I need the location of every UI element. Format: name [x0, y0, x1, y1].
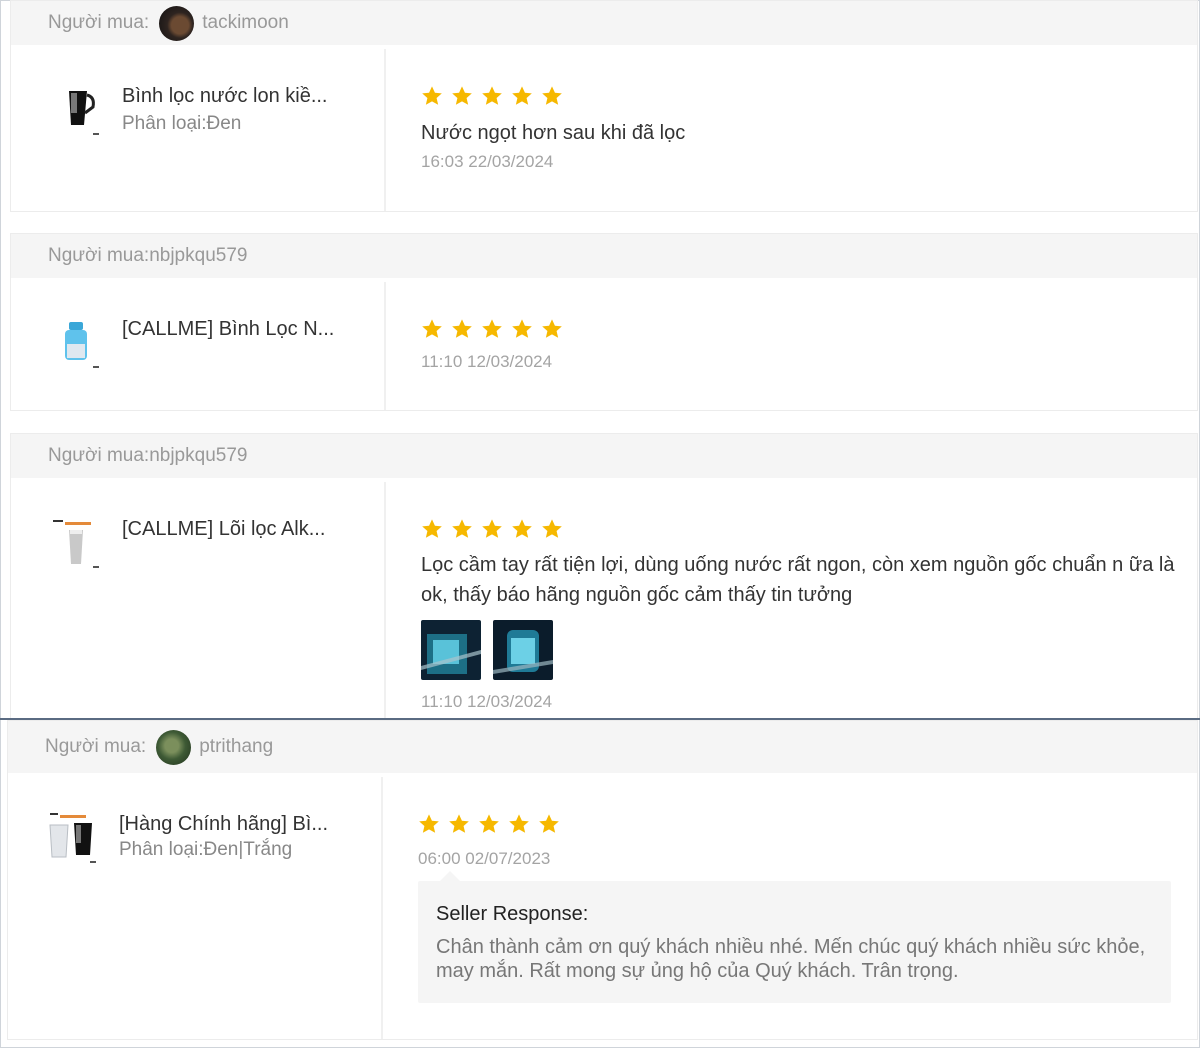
review-card: Người mua:nbjpkqu579 [CALLME] Bình Lọc N…: [10, 233, 1198, 411]
avatar: [159, 5, 195, 41]
seller-response-text: Chân thành cảm ơn quý khách nhiều nhé. M…: [436, 936, 1146, 982]
avatar: [156, 729, 192, 765]
star-icon: [422, 86, 442, 105]
star-icon: [512, 319, 532, 338]
product-name[interactable]: [Hàng Chính hãng] Bì...: [119, 813, 328, 836]
star-icon: [422, 319, 442, 338]
star-icon: [482, 86, 502, 105]
review-date: 11:10 12/03/2024: [421, 352, 553, 371]
review-date: 06:00 02/07/2023: [418, 849, 551, 868]
buyer-label: Người mua:: [45, 736, 147, 757]
product-thumbnail[interactable]: [49, 83, 105, 139]
review-content: 11:10 12/03/2024: [387, 282, 1197, 410]
review-header: Người mua:nbjpkqu579: [11, 234, 1197, 278]
star-icon: [452, 86, 472, 105]
product-variant: Phân loại:Đen|Trắng: [119, 839, 293, 860]
review-body: [CALLME] Lõi lọc Alk... Lọc cầm tay rất …: [11, 478, 1197, 719]
product-thumbnail[interactable]: [49, 316, 105, 372]
star-icon: [422, 519, 442, 538]
seller-response-title: Seller Response:: [436, 903, 589, 925]
review-body: Bình lọc nước lon kiề... Phân loại:Đen N…: [11, 45, 1197, 211]
rating-stars: [421, 518, 563, 540]
buyer-label: Người mua:nbjpkqu579: [48, 245, 248, 266]
product-info: [Hàng Chính hãng] Bì... Phân loại:Đen|Tr…: [8, 777, 383, 1039]
review-header: Người mua: tackimoon: [11, 1, 1197, 45]
review-content: 06:00 02/07/2023 Seller Response: Chân t…: [384, 777, 1197, 1039]
buyer-name[interactable]: tackimoon: [202, 12, 289, 34]
seller-response: Seller Response: Chân thành cảm ơn quý k…: [418, 871, 1171, 1003]
star-icon: [512, 86, 532, 105]
review-card: Người mua: ptrithang [Hàng Chính hãng] B…: [7, 720, 1198, 1040]
star-icon: [452, 519, 472, 538]
product-info: Bình lọc nước lon kiề... Phân loại:Đen: [11, 49, 386, 211]
star-icon: [542, 519, 562, 538]
star-icon: [539, 814, 559, 833]
review-card: Người mua:nbjpkqu579 [CALLME] Lõi lọc Al…: [10, 433, 1198, 719]
buyer-name[interactable]: ptrithang: [199, 736, 273, 758]
buyer-label: Người mua:: [48, 12, 150, 33]
product-info: [CALLME] Lõi lọc Alk...: [11, 482, 386, 719]
review-header: Người mua: ptrithang: [8, 721, 1197, 773]
review-comment: Lọc cầm tay rất tiện lợi, dùng uống nước…: [421, 554, 1175, 606]
product-name[interactable]: [CALLME] Lõi lọc Alk...: [122, 518, 325, 541]
review-card: Người mua: tackimoon Bình lọc nước lon k…: [10, 0, 1198, 212]
review-comment: Nước ngọt hơn sau khi đã lọc: [421, 122, 686, 144]
review-date: 16:03 22/03/2024: [421, 152, 554, 171]
star-icon: [509, 814, 529, 833]
product-name[interactable]: Bình lọc nước lon kiề...: [122, 85, 328, 108]
product-info: [CALLME] Bình Lọc N...: [11, 282, 386, 410]
star-icon: [419, 814, 439, 833]
star-icon: [542, 86, 562, 105]
review-photo[interactable]: [421, 620, 481, 680]
review-body: [CALLME] Bình Lọc N... 11:10 12/03/2024: [11, 278, 1197, 410]
rating-stars: [418, 813, 560, 835]
review-header: Người mua:nbjpkqu579: [11, 434, 1197, 478]
star-icon: [542, 319, 562, 338]
rating-stars: [421, 85, 563, 107]
product-thumbnail[interactable]: [46, 811, 102, 867]
review-content: Nước ngọt hơn sau khi đã lọc 16:03 22/03…: [387, 49, 1197, 211]
buyer-label: Người mua:nbjpkqu579: [48, 445, 248, 466]
product-variant: Phân loại:Đen: [122, 113, 242, 134]
star-icon: [449, 814, 469, 833]
review-date: 11:10 12/03/2024: [421, 692, 553, 711]
product-thumbnail[interactable]: [49, 516, 105, 572]
review-content: Lọc cầm tay rất tiện lợi, dùng uống nước…: [387, 482, 1197, 719]
star-icon: [482, 519, 502, 538]
product-name[interactable]: [CALLME] Bình Lọc N...: [122, 318, 334, 341]
review-body: [Hàng Chính hãng] Bì... Phân loại:Đen|Tr…: [8, 773, 1197, 1039]
review-photo[interactable]: [493, 620, 553, 680]
star-icon: [482, 319, 502, 338]
star-icon: [512, 519, 532, 538]
rating-stars: [421, 318, 563, 340]
star-icon: [479, 814, 499, 833]
star-icon: [452, 319, 472, 338]
